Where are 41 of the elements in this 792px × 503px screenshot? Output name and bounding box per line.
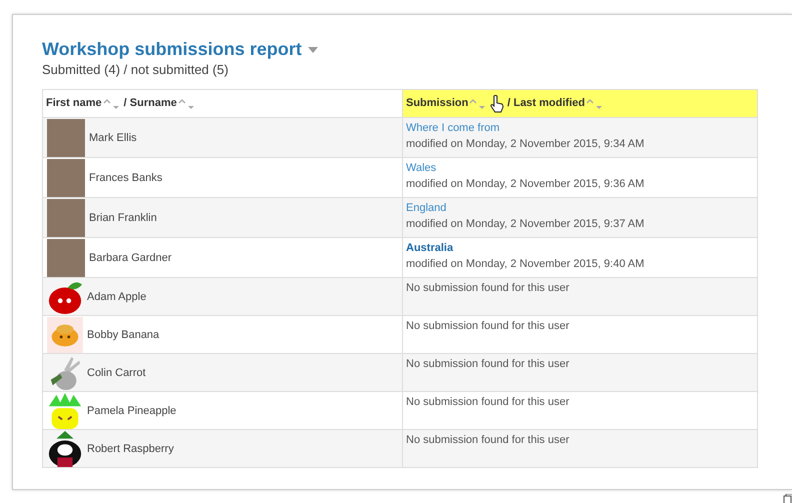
no-submission-text: No submission found for this user	[406, 319, 570, 334]
photo-placeholder	[47, 159, 85, 197]
photo-placeholder	[47, 119, 85, 157]
no-submission-text: No submission found for this user	[406, 395, 570, 410]
modified-date: modified on Monday, 2 November 2015, 9:34 AM	[406, 137, 644, 152]
sort-link[interactable]: Last modified	[513, 97, 585, 110]
sort-icon[interactable]	[102, 98, 121, 110]
no-submission-text: No submission found for this user	[406, 281, 570, 296]
modified-date: modified on Monday, 2 November 2015, 9:40 AM	[406, 257, 644, 272]
window-corner-icon	[783, 494, 792, 503]
sort-icon[interactable]	[178, 98, 196, 110]
entry-title-link[interactable]: Wales	[406, 160, 436, 176]
no-submission-text: No submission found for this user	[406, 357, 570, 372]
sort-link[interactable]: Submission	[406, 97, 468, 110]
banana-avatar-icon	[47, 317, 83, 353]
report-title: Workshop submissions report	[42, 39, 302, 60]
modified-date: modified on Monday, 2 November 2015, 9:37 AM	[406, 217, 644, 232]
caret-icon[interactable]	[308, 46, 318, 52]
sort-link[interactable]: First name	[46, 97, 102, 110]
submission-summary: Submitted (4) / not submitted (5)	[42, 62, 230, 77]
entry-title-link[interactable]: Australia	[406, 240, 454, 256]
header-separator: /	[124, 97, 127, 110]
pineapple-avatar-icon	[47, 393, 83, 429]
sort-icon[interactable]	[586, 98, 604, 110]
user-name-link[interactable]: Pamela Pineapple	[87, 405, 176, 417]
no-submission-text: No submission found for this user	[406, 433, 570, 448]
user-name-link[interactable]: Barbara Gardner	[89, 252, 172, 264]
user-name-link[interactable]: Bobby Banana	[87, 329, 160, 341]
user-name-link[interactable]: Frances Banks	[89, 172, 162, 184]
photo-placeholder	[47, 239, 85, 277]
user-name-link[interactable]: Brian Franklin	[89, 212, 157, 224]
user-name-link[interactable]: Mark Ellis	[89, 132, 137, 144]
user-name-link[interactable]: Colin Carrot	[87, 367, 146, 379]
user-name-link[interactable]: Robert Raspberry	[87, 443, 174, 455]
modified-date: modified on Monday, 2 November 2015, 9:36 AM	[406, 177, 644, 192]
sort-link[interactable]: Surname	[130, 97, 177, 110]
header-separator: /	[507, 97, 510, 110]
user-name-link[interactable]: Adam Apple	[87, 291, 146, 303]
hand-cursor-icon	[490, 94, 504, 112]
photo-placeholder	[47, 199, 85, 237]
sort-icon[interactable]	[469, 98, 488, 110]
